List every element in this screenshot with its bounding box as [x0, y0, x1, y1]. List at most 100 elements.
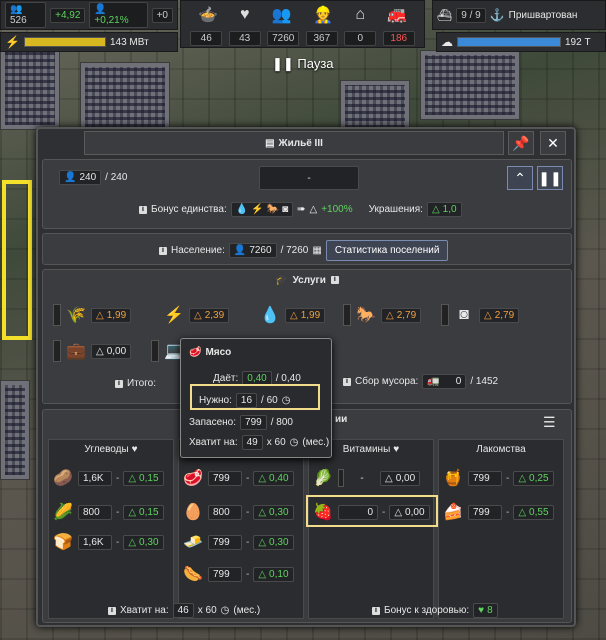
sausage-icon: 🌭 [183, 566, 203, 583]
services-header: 🎓 Услуги i [43, 270, 571, 290]
lasts-max: x 60 [266, 437, 286, 448]
food-value: △ 0,15 [123, 470, 164, 486]
service-item[interactable]: 💼 △ 0,00 [53, 340, 132, 362]
service-value: △ 2,79 [381, 307, 422, 323]
info-icon[interactable]: i [372, 606, 380, 615]
garbage-label: Сбор мусора: [355, 376, 419, 387]
pin-button[interactable]: 📌 [508, 131, 534, 155]
food-column-protein [178, 439, 304, 619]
lasts-unit: (мес.) [233, 605, 261, 616]
residents-value: 240 [79, 172, 97, 183]
service-item[interactable]: 🌾 △ 1,99 [53, 304, 132, 326]
food-row[interactable]: 🍰 799- △ 0,55 [442, 501, 554, 523]
hud-left: 👥 526 +4,92 👤 +0,21% +0 [0, 0, 178, 30]
service-item[interactable]: 🐎 △ 2,79 [343, 304, 422, 326]
stored-label: Запасено: [189, 417, 237, 428]
building [0, 380, 30, 480]
unity-icon: △ [128, 506, 137, 518]
worker-icon[interactable]: 👷 [313, 5, 333, 25]
service-value-text: 1,99 [300, 309, 321, 321]
food-row[interactable]: 🧈 799- △ 0,30 [182, 531, 294, 553]
info-icon[interactable]: i [139, 205, 147, 214]
water-meter [457, 37, 561, 47]
info-icon[interactable]: i [108, 606, 116, 615]
separator: - [506, 472, 510, 484]
fire-truck-icon[interactable]: 🚒 [387, 5, 407, 25]
unity-icon: △ [96, 309, 104, 321]
pause-indicator[interactable]: ❚❚ Пауза [272, 56, 334, 72]
health-stat: 43 [228, 30, 261, 46]
vegetables-icon: 🥬 [313, 470, 333, 487]
rocking-horse-icon: 🐎 [356, 307, 376, 324]
bread-icon: 🍞 [53, 534, 73, 551]
food-row[interactable]: 🌭 799- △ 0,10 [182, 563, 294, 585]
water-bar[interactable]: ☁ 192 Т [436, 32, 606, 52]
power-value: 143 МВт [109, 36, 149, 48]
growth-rate: 👤 +0,21% [89, 2, 148, 28]
food-header: ии [335, 414, 347, 425]
garbage-box: 🚛 0 [422, 374, 467, 389]
settlement-stats-button[interactable]: Статистика поселений [325, 240, 449, 261]
service-item[interactable]: 💧 △ 1,99 [259, 304, 326, 326]
service-slot [441, 304, 449, 326]
building-icon: ▦ [312, 245, 322, 256]
food-stock: 799 [208, 534, 242, 550]
food-value: △ 0,40 [253, 470, 294, 486]
food-row[interactable]: 🥚 800- △ 0,30 [182, 501, 294, 523]
info-icon[interactable]: i [159, 246, 167, 255]
upgrade-button[interactable]: ⌃ [507, 166, 533, 190]
unity-icon: △ [258, 536, 267, 548]
garbage-truck-icon: 🚛 [427, 376, 440, 387]
food-bowl-icon[interactable]: 🍲 [198, 5, 218, 25]
info-icon[interactable]: i [330, 276, 339, 284]
service-item[interactable]: ⚡ △ 2,39 [163, 304, 230, 326]
heart-icon[interactable]: ♥ [240, 6, 250, 24]
cloud-icon: ☁ [441, 35, 453, 49]
separator: - [246, 472, 250, 484]
separator: - [246, 536, 250, 548]
unity-icon: △ [128, 472, 137, 484]
pop-stat: 7260 [267, 30, 300, 46]
food-row[interactable]: 🍞 1,6K - △ 0,30 [52, 531, 164, 553]
lightning-icon: ⚡ [5, 35, 20, 49]
window-titlebar: ▤ Жильё III [84, 131, 504, 155]
service-value: △ 0,00 [91, 343, 132, 359]
power-meter [23, 37, 106, 47]
unity-value: +100% [321, 204, 353, 215]
house-icon[interactable]: ⌂ [355, 6, 365, 24]
water-drops-icon: 💧 [235, 204, 249, 215]
list-icon[interactable]: ☰ [543, 414, 556, 431]
food-value: △ 0,25 [513, 470, 554, 486]
food-row[interactable]: 🌽 800- △ 0,15 [52, 501, 164, 523]
lasts-unit: (мес.) [302, 437, 330, 448]
food-row[interactable]: 🥔 1,6K - △ 0,15 [52, 467, 164, 489]
name-field[interactable]: - [259, 166, 359, 190]
people-group-icon[interactable]: 👥 [271, 5, 291, 25]
food-footer: i Хватит на: 46 x 60 ◷ (мес.) [108, 603, 260, 618]
unity-icon: △ [128, 536, 137, 548]
column-header: Лакомства [439, 440, 563, 458]
building [420, 50, 520, 120]
lasts-max: x 60 [197, 605, 217, 616]
food-row[interactable]: 🍯 799- △ 0,25 [442, 467, 554, 489]
separator: - [116, 472, 120, 484]
extra-growth: +0 [151, 7, 173, 23]
pause-building-button[interactable]: ❚❚ [537, 166, 563, 190]
service-item[interactable]: ◙ △ 2,79 [441, 304, 520, 326]
info-icon[interactable]: i [115, 379, 123, 388]
info-icon[interactable]: i [343, 377, 351, 386]
window-title: Жильё III [278, 137, 323, 149]
food-stock: 1,6K [78, 470, 112, 486]
population-max: / 7260 [280, 245, 309, 256]
graduation-cap-icon: 🎓 [275, 274, 288, 286]
food-slot [338, 469, 344, 487]
column-title: Витамины [342, 443, 391, 455]
food-row[interactable]: 🥩 799- △ 0,40 [182, 467, 294, 489]
services-title: Услуги [292, 274, 326, 286]
pause-label: Пауза [297, 56, 334, 71]
close-button[interactable]: ✕ [540, 131, 566, 155]
service-value-text: 1,99 [106, 309, 127, 321]
cake-icon: 🍰 [443, 504, 463, 521]
food-row[interactable]: 🥬 - △ 0,00 [312, 467, 421, 489]
power-bar[interactable]: ⚡ 143 МВт [0, 32, 178, 52]
